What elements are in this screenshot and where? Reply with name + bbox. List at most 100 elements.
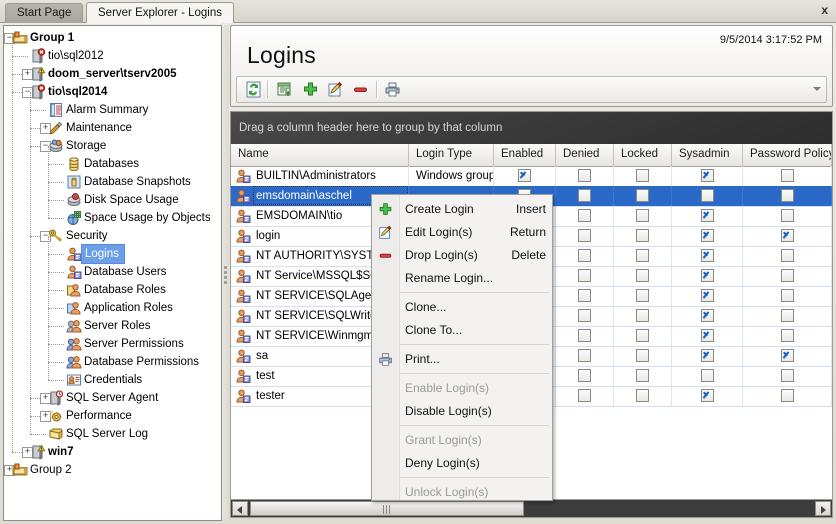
checkbox-locked[interactable] bbox=[636, 389, 649, 402]
checkbox-locked[interactable] bbox=[636, 249, 649, 262]
grid-column-header-name[interactable]: Name bbox=[231, 144, 409, 166]
cell-denied[interactable] bbox=[556, 326, 614, 346]
tab-server-explorer-logins[interactable]: Server Explorer - Logins bbox=[86, 2, 234, 23]
cell-denied[interactable] bbox=[556, 166, 614, 186]
checkbox-denied[interactable] bbox=[578, 289, 591, 302]
checkbox-password-policy[interactable] bbox=[781, 169, 794, 182]
checkbox-password-policy[interactable] bbox=[781, 389, 794, 402]
cell-denied[interactable] bbox=[556, 246, 614, 266]
cell-locked[interactable] bbox=[614, 386, 672, 406]
grid-column-header-denied[interactable]: Denied bbox=[556, 144, 614, 166]
checkbox-denied[interactable] bbox=[578, 309, 591, 322]
checkbox-denied[interactable] bbox=[578, 329, 591, 342]
grid-column-header-login-type[interactable]: Login Type bbox=[409, 144, 494, 166]
panel-splitter[interactable] bbox=[222, 25, 229, 519]
menu-item-rename-login[interactable]: Rename Login... bbox=[400, 267, 553, 290]
cell-password-policy[interactable] bbox=[743, 166, 832, 186]
checkbox-denied[interactable] bbox=[578, 209, 591, 222]
cell-sysadmin[interactable] bbox=[672, 206, 743, 226]
cell-login-type[interactable]: Windows group bbox=[409, 166, 494, 186]
checkbox-sysadmin[interactable] bbox=[701, 249, 714, 262]
menu-item-clone[interactable]: Clone... bbox=[400, 296, 553, 319]
cell-password-policy[interactable] bbox=[743, 386, 832, 406]
cell-denied[interactable] bbox=[556, 306, 614, 326]
cell-locked[interactable] bbox=[614, 226, 672, 246]
checkbox-locked[interactable] bbox=[636, 369, 649, 382]
cell-locked[interactable] bbox=[614, 166, 672, 186]
cell-locked[interactable] bbox=[614, 186, 672, 206]
checkbox-sysadmin[interactable] bbox=[701, 229, 714, 242]
cell-denied[interactable] bbox=[556, 266, 614, 286]
edit-icon[interactable] bbox=[326, 80, 345, 99]
checkbox-locked[interactable] bbox=[636, 169, 649, 182]
cell-enabled[interactable] bbox=[494, 166, 556, 186]
cell-locked[interactable] bbox=[614, 366, 672, 386]
refresh-icon[interactable] bbox=[244, 80, 263, 99]
cell-locked[interactable] bbox=[614, 266, 672, 286]
cell-denied[interactable] bbox=[556, 186, 614, 206]
checkbox-password-policy[interactable] bbox=[781, 289, 794, 302]
cell-sysadmin[interactable] bbox=[672, 346, 743, 366]
cell-sysadmin[interactable] bbox=[672, 386, 743, 406]
checkbox-password-policy[interactable] bbox=[781, 309, 794, 322]
grid-column-header-password-policy[interactable]: Password Policy bbox=[743, 144, 832, 166]
logins-context-menu[interactable]: Create Login Insert Edit Login(s) Return Dro… bbox=[371, 194, 553, 501]
cell-password-policy[interactable] bbox=[743, 266, 832, 286]
tab-start-page[interactable]: Start Page bbox=[5, 3, 84, 23]
checkbox-locked[interactable] bbox=[636, 229, 649, 242]
cell-password-policy[interactable] bbox=[743, 366, 832, 386]
cell-name[interactable]: BUILTIN\Administrators bbox=[231, 166, 409, 186]
cell-denied[interactable] bbox=[556, 226, 614, 246]
cell-password-policy[interactable] bbox=[743, 186, 832, 206]
cell-sysadmin[interactable] bbox=[672, 246, 743, 266]
checkbox-locked[interactable] bbox=[636, 289, 649, 302]
checkbox-locked[interactable] bbox=[636, 189, 649, 202]
menu-item-disable-login-s[interactable]: Disable Login(s) bbox=[400, 400, 553, 423]
server-explorer-tree-panel[interactable]: − Group 1 tio\sql2012 + doom_server\tserv200… bbox=[3, 25, 222, 521]
cell-locked[interactable] bbox=[614, 346, 672, 366]
grid-column-header-sysadmin[interactable]: Sysadmin bbox=[672, 144, 743, 166]
table-row[interactable]: BUILTIN\Administrators Windows group bbox=[231, 166, 832, 187]
checkbox-denied[interactable] bbox=[578, 269, 591, 282]
checkbox-denied[interactable] bbox=[578, 349, 591, 362]
grid-column-header-enabled[interactable]: Enabled bbox=[494, 144, 556, 166]
cell-denied[interactable] bbox=[556, 206, 614, 226]
checkbox-sysadmin[interactable] bbox=[701, 369, 714, 382]
checkbox-password-policy[interactable] bbox=[781, 209, 794, 222]
cell-denied[interactable] bbox=[556, 346, 614, 366]
cell-password-policy[interactable] bbox=[743, 346, 832, 366]
cell-denied[interactable] bbox=[556, 286, 614, 306]
checkbox-denied[interactable] bbox=[578, 249, 591, 262]
print-icon[interactable] bbox=[383, 80, 402, 99]
checkbox-locked[interactable] bbox=[636, 209, 649, 222]
cell-sysadmin[interactable] bbox=[672, 326, 743, 346]
checkbox-password-policy[interactable] bbox=[781, 369, 794, 382]
cell-sysadmin[interactable] bbox=[672, 226, 743, 246]
scroll-right-arrow-icon[interactable] bbox=[815, 501, 831, 516]
checkbox-denied[interactable] bbox=[578, 389, 591, 402]
cell-password-policy[interactable] bbox=[743, 286, 832, 306]
checkbox-denied[interactable] bbox=[578, 169, 591, 182]
cell-sysadmin[interactable] bbox=[672, 166, 743, 186]
checkbox-denied[interactable] bbox=[578, 229, 591, 242]
checkbox-sysadmin[interactable] bbox=[701, 269, 714, 282]
checkbox-sysadmin[interactable] bbox=[701, 209, 714, 222]
checkbox-sysadmin[interactable] bbox=[701, 309, 714, 322]
cell-locked[interactable] bbox=[614, 326, 672, 346]
cell-sysadmin[interactable] bbox=[672, 366, 743, 386]
toolbar-overflow-chevron-down-icon[interactable] bbox=[813, 87, 821, 91]
menu-item-print[interactable]: Print... bbox=[400, 348, 553, 371]
cell-locked[interactable] bbox=[614, 206, 672, 226]
menu-item-create-login[interactable]: Create Login Insert bbox=[400, 198, 553, 221]
cell-sysadmin[interactable] bbox=[672, 186, 743, 206]
checkbox-password-policy[interactable] bbox=[781, 329, 794, 342]
checkbox-sysadmin[interactable] bbox=[701, 329, 714, 342]
checkbox-locked[interactable] bbox=[636, 309, 649, 322]
report-icon[interactable] bbox=[275, 80, 294, 99]
checkbox-denied[interactable] bbox=[578, 369, 591, 382]
cell-password-policy[interactable] bbox=[743, 206, 832, 226]
cell-password-policy[interactable] bbox=[743, 306, 832, 326]
scroll-left-arrow-icon[interactable] bbox=[232, 501, 248, 516]
cell-denied[interactable] bbox=[556, 366, 614, 386]
checkbox-password-policy[interactable] bbox=[781, 229, 794, 242]
